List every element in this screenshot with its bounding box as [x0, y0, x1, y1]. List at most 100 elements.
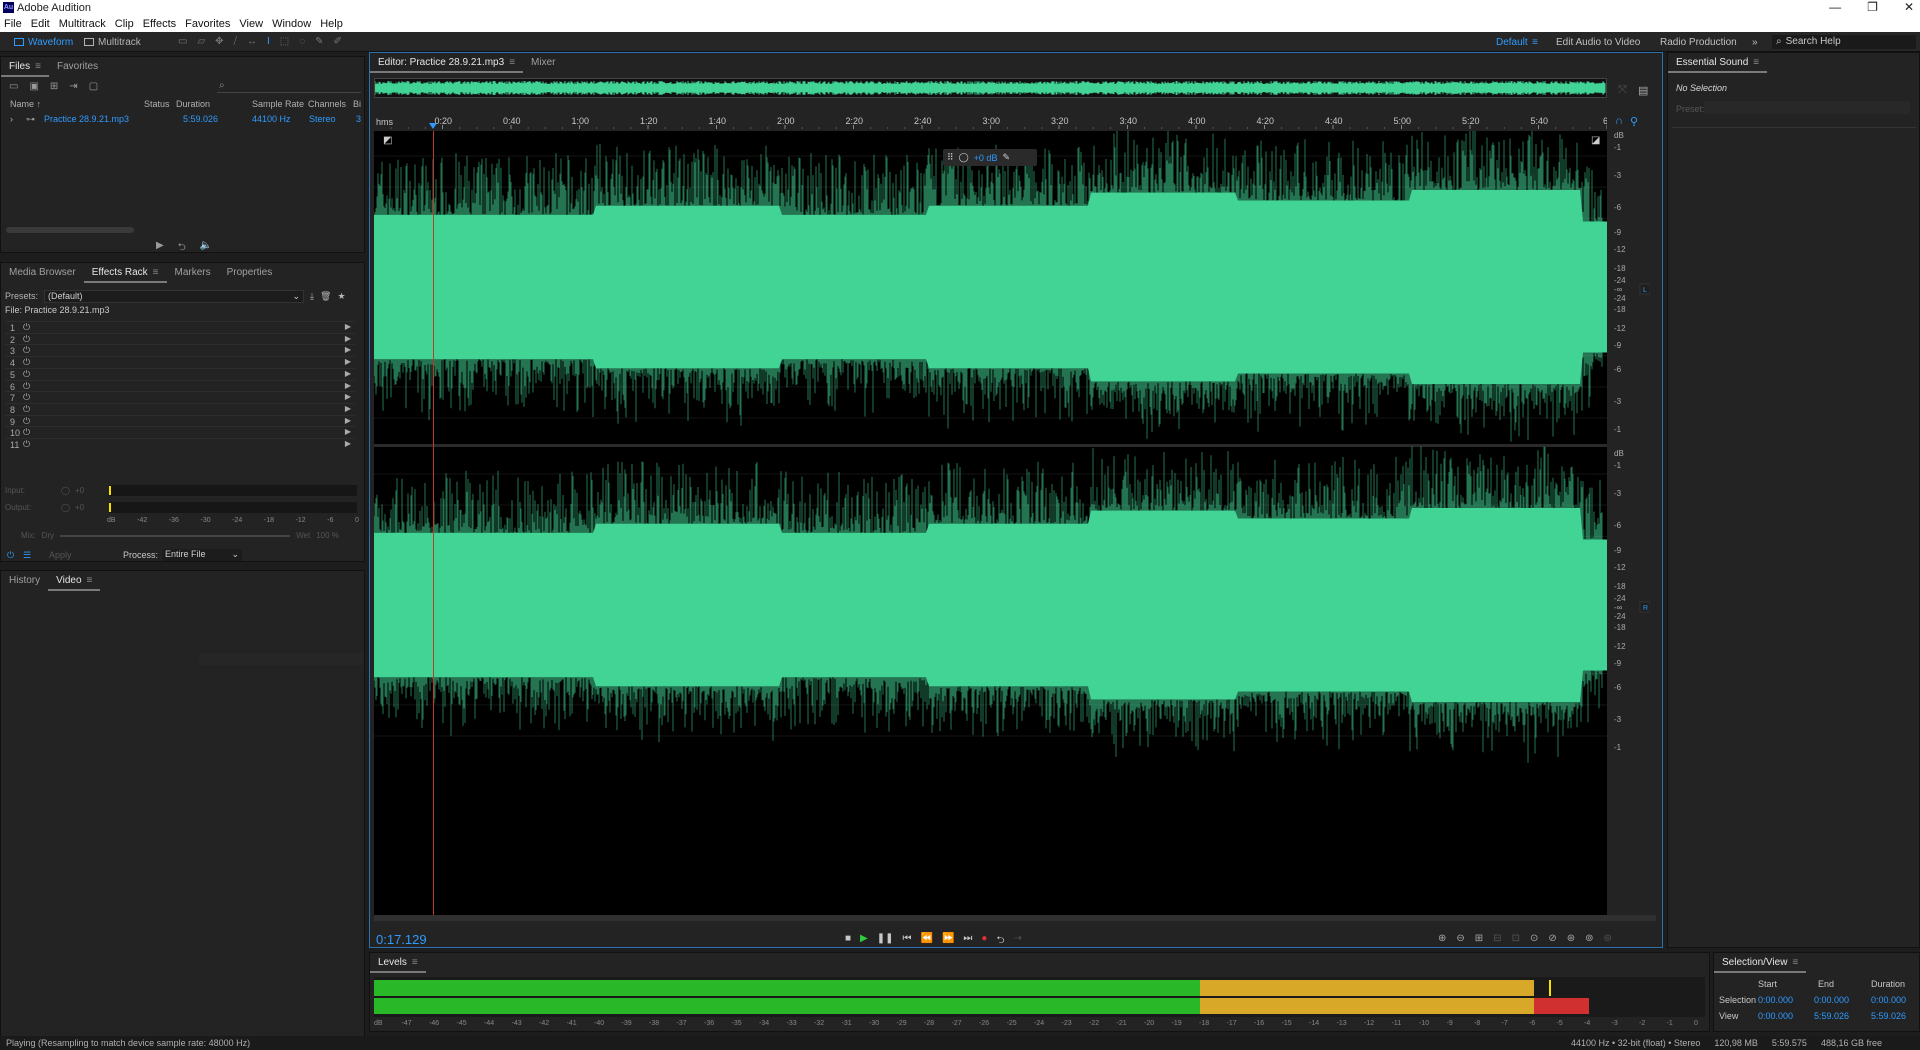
tab-markers[interactable]: Markers: [167, 263, 219, 283]
tab-levels[interactable]: Levels ≡: [370, 953, 426, 973]
expand-chevron-icon[interactable]: ›: [10, 114, 13, 124]
panel-menu-icon[interactable]: ≡: [1753, 57, 1759, 68]
marquee-tool-icon[interactable]: ⬚: [280, 36, 289, 47]
time-ruler[interactable]: hms 0:20 0:40 1:00 1:20 1:40 2:00 2:20 2:40 3:00 3…: [374, 115, 1608, 129]
power-icon[interactable]: ⏻: [23, 404, 30, 415]
selection-start[interactable]: 0:00.000: [1758, 995, 1793, 1005]
zoom-reset-icon[interactable]: ⊜: [1604, 933, 1612, 944]
hud-volume[interactable]: ⠿ ◯ +0 dB ✎: [943, 149, 1037, 166]
column-status[interactable]: Status: [144, 99, 170, 109]
panel-menu-icon[interactable]: ≡: [412, 957, 418, 968]
menu-help[interactable]: Help: [314, 16, 346, 32]
slot-arrow-icon[interactable]: ▶: [345, 334, 351, 343]
multitrack-mode-button[interactable]: Multitrack: [80, 35, 147, 49]
playhead-marker[interactable]: [428, 123, 437, 129]
marker-pin-icon[interactable]: ⚲: [1630, 115, 1638, 128]
zoom-in-out-icon[interactable]: ⊘: [1548, 933, 1556, 944]
waveform-overview[interactable]: [374, 78, 1607, 98]
playhead[interactable]: [432, 131, 434, 915]
tab-files[interactable]: Files ≡: [1, 57, 49, 77]
power-toggle-icon[interactable]: ⏻: [7, 550, 14, 561]
file-name[interactable]: Practice 28.9.21.mp3: [44, 114, 129, 124]
slot-arrow-icon[interactable]: ▶: [345, 345, 351, 354]
view-end[interactable]: 5:59.026: [1814, 1011, 1849, 1021]
power-icon[interactable]: ⏻: [23, 381, 30, 392]
zoom-selection-icon[interactable]: ⊟: [1493, 933, 1501, 944]
tab-history[interactable]: History: [1, 571, 48, 591]
pause-button[interactable]: ❚❚: [877, 933, 894, 950]
panel-menu-icon[interactable]: ≡: [1792, 957, 1798, 968]
tab-mixer[interactable]: Mixer: [523, 53, 563, 73]
slip-tool-icon[interactable]: ↔: [247, 36, 257, 47]
column-bit-depth[interactable]: Bi: [353, 99, 361, 109]
tab-favorites[interactable]: Favorites: [49, 57, 106, 77]
slot-arrow-icon[interactable]: ▶: [345, 322, 351, 331]
insert-into-multitrack-icon[interactable]: ⇥: [69, 81, 77, 92]
view-start[interactable]: 0:00.000: [1758, 1011, 1793, 1021]
menu-favorites[interactable]: Favorites: [179, 16, 233, 32]
loop-playback-button[interactable]: ⮌: [996, 933, 1004, 950]
skip-selection-button[interactable]: ⇢: [1013, 933, 1021, 950]
tab-media-browser[interactable]: Media Browser: [1, 263, 84, 283]
power-icon[interactable]: ⏻: [23, 416, 30, 427]
delete-preset-icon[interactable]: 🗑: [320, 291, 331, 302]
column-duration[interactable]: Duration: [176, 99, 210, 109]
close-button[interactable]: ✕: [1904, 0, 1914, 14]
column-channels[interactable]: Channels: [308, 99, 346, 109]
horizontal-scrollbar[interactable]: [374, 915, 1656, 921]
minimize-button[interactable]: —: [1829, 0, 1841, 14]
fade-in-handle-icon[interactable]: ◩: [383, 135, 392, 146]
slot-arrow-icon[interactable]: ▶: [345, 357, 351, 366]
tab-effects-rack[interactable]: Effects Rack ≡: [83, 263, 167, 283]
razor-tool-icon[interactable]: ⧸: [234, 36, 237, 47]
go-to-end-button[interactable]: ⏭: [963, 933, 972, 950]
spectral-frequency-icon[interactable]: ▭: [178, 36, 187, 47]
slot-arrow-icon[interactable]: ▶: [345, 369, 351, 378]
hud-grip-icon[interactable]: ⠿: [947, 152, 954, 163]
apply-button[interactable]: Apply: [49, 550, 72, 560]
slot-arrow-icon[interactable]: ▶: [345, 404, 351, 413]
tab-essential-sound[interactable]: Essential Sound ≡: [1668, 53, 1768, 73]
presets-dropdown[interactable]: (Default) ⌄: [44, 289, 305, 303]
menu-window[interactable]: Window: [266, 16, 314, 32]
workspace-menu-icon[interactable]: ≡: [1532, 37, 1538, 48]
new-file-icon[interactable]: ⊞: [50, 81, 58, 92]
mix-slider[interactable]: [60, 534, 291, 537]
output-knob-icon[interactable]: ◯: [61, 503, 70, 512]
files-scrollbar[interactable]: [6, 227, 134, 233]
current-time[interactable]: 0:17.129: [376, 932, 427, 947]
fast-forward-button[interactable]: ⏩: [942, 933, 954, 950]
tab-video[interactable]: Video ≡: [48, 571, 101, 591]
power-icon[interactable]: ⏻: [23, 334, 30, 345]
open-file-icon[interactable]: ▭: [9, 81, 18, 92]
view-duration[interactable]: 5:59.026: [1871, 1011, 1906, 1021]
selection-duration[interactable]: 0:00.000: [1871, 995, 1906, 1005]
zoom-to-right-icon[interactable]: ⊚: [1585, 933, 1593, 944]
column-sample-rate[interactable]: Sample Rate: [252, 99, 304, 109]
volume-knob-icon[interactable]: ◯: [959, 152, 969, 163]
lasso-tool-icon[interactable]: ◌: [299, 36, 305, 47]
zoom-to-left-icon[interactable]: ⊛: [1567, 933, 1575, 944]
menu-edit[interactable]: Edit: [25, 16, 53, 32]
panel-menu-icon[interactable]: ≡: [509, 57, 515, 68]
zoom-in-point-icon[interactable]: ⊡: [1512, 933, 1520, 944]
waveform-display[interactable]: [374, 131, 1607, 915]
panel-menu-icon[interactable]: ≡: [35, 61, 41, 72]
zoom-out-full-icon[interactable]: ⊙: [1530, 933, 1538, 944]
power-icon[interactable]: ⏻: [23, 427, 30, 438]
menu-multitrack[interactable]: Multitrack: [53, 16, 109, 32]
tab-editor[interactable]: Editor: Practice 28.9.21.mp3 ≡: [370, 53, 524, 73]
tab-selection-view[interactable]: Selection/View ≡: [1714, 953, 1807, 973]
menu-effects[interactable]: Effects: [137, 16, 179, 32]
play-button[interactable]: ▶: [860, 933, 868, 950]
power-icon[interactable]: ⏻: [23, 369, 30, 380]
workspace-default[interactable]: Default: [1496, 37, 1528, 48]
power-icon[interactable]: ⏻: [23, 392, 30, 403]
spot-healing-icon[interactable]: ✐: [334, 36, 342, 47]
rewind-button[interactable]: ⏪: [921, 933, 933, 950]
menu-view[interactable]: View: [233, 16, 266, 32]
restore-button[interactable]: ❐: [1867, 0, 1878, 14]
play-preview-icon[interactable]: ▶: [156, 240, 164, 257]
auto-play-icon[interactable]: 🔈: [200, 240, 212, 257]
selection-end[interactable]: 0:00.000: [1814, 995, 1849, 1005]
